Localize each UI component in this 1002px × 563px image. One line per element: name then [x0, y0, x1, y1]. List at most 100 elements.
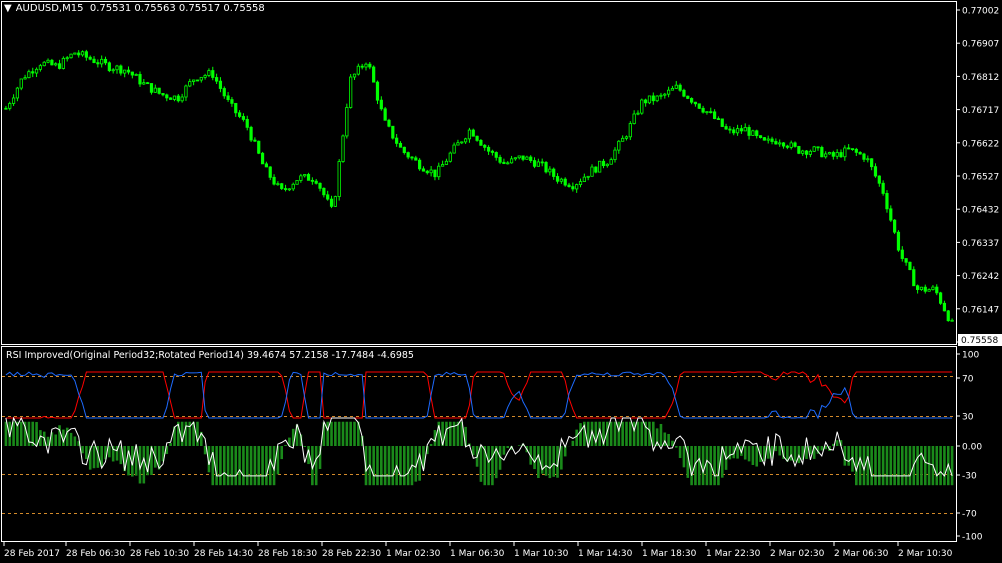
- candle-body: [103, 58, 108, 64]
- histogram-bar: [885, 446, 889, 486]
- candle-body: [414, 157, 418, 161]
- candle-body: [567, 184, 571, 188]
- histogram-bar: [4, 421, 8, 446]
- candle-body: [276, 183, 280, 186]
- candle-body: [816, 146, 820, 149]
- candle-body: [877, 175, 881, 184]
- candle-body: [345, 107, 349, 137]
- histogram-bar: [950, 446, 954, 486]
- candle-body: [793, 142, 797, 147]
- candle-body: [885, 193, 889, 210]
- candle-body: [195, 79, 200, 82]
- histogram-bar: [736, 446, 739, 459]
- histogram-bar: [215, 446, 218, 486]
- candle-body: [712, 111, 717, 119]
- histogram-bar: [755, 446, 759, 467]
- candle-body: [375, 81, 380, 101]
- candle-body: [107, 62, 111, 72]
- time-axis-label: 28 Feb 14:30: [194, 549, 253, 559]
- candle-body: [115, 65, 119, 71]
- candle-body: [617, 140, 621, 151]
- candle-body: [364, 63, 368, 68]
- candle-body: [475, 135, 479, 141]
- candle-body: [123, 69, 127, 74]
- candle-body: [927, 289, 931, 292]
- candle-body: [463, 138, 468, 143]
- candle-body: [291, 183, 295, 190]
- candle-body: [23, 77, 27, 80]
- histogram-bar: [682, 446, 686, 468]
- candle-body: [690, 98, 694, 103]
- price-axis-label: 0.76432: [962, 206, 999, 216]
- candle-body: [215, 77, 219, 82]
- candle-body: [100, 58, 104, 65]
- time-axis-label: 1 Mar 14:30: [578, 549, 633, 559]
- candle-body: [590, 166, 594, 177]
- candle-body: [709, 111, 713, 114]
- histogram-bar: [265, 446, 268, 486]
- histogram-bar: [73, 436, 77, 446]
- time-axis-label: 28 Feb 22:30: [322, 549, 381, 559]
- histogram-bar: [747, 446, 751, 462]
- histogram-bar: [552, 446, 555, 477]
- histogram-bar: [878, 446, 881, 486]
- candle-body: [398, 142, 403, 148]
- candle-body: [234, 102, 238, 114]
- candle-body: [383, 108, 387, 121]
- candle-body: [705, 111, 709, 114]
- indicator-axis: 100 70 30 0.00 -30 -70 -100: [956, 351, 983, 543]
- candle-body: [467, 129, 472, 140]
- candle-body: [111, 69, 115, 72]
- histogram-bar: [728, 446, 732, 460]
- histogram-bar: [847, 446, 850, 466]
- candle-body: [582, 176, 586, 182]
- candle-body: [84, 51, 88, 58]
- candle-body: [670, 87, 675, 91]
- histogram-bar: [222, 446, 226, 486]
- candle-body: [218, 80, 223, 89]
- histogram-bar: [621, 421, 624, 446]
- histogram-bar: [560, 446, 563, 470]
- candle-body: [479, 139, 483, 146]
- histogram-bar: [820, 446, 824, 451]
- candle-body: [931, 286, 935, 290]
- histogram-bar: [571, 440, 575, 446]
- candle-body: [356, 65, 360, 75]
- histogram-bar: [380, 446, 383, 486]
- histogram-bar: [640, 421, 644, 446]
- candle-body: [19, 78, 23, 89]
- histogram-bar: [337, 421, 341, 446]
- histogram-bar: [184, 421, 188, 446]
- candle-body: [130, 71, 134, 76]
- candle-body: [858, 151, 862, 155]
- candle-body: [659, 94, 663, 97]
- candle-body: [509, 158, 514, 164]
- histogram-bar: [705, 446, 709, 486]
- candle-body: [15, 87, 20, 99]
- candle-body: [548, 168, 552, 173]
- histogram-bar: [341, 421, 345, 446]
- histogram-bar: [502, 446, 506, 455]
- candle-body: [724, 126, 728, 130]
- candle-body: [571, 186, 575, 190]
- candle-body: [92, 58, 96, 64]
- candle-body: [678, 84, 682, 91]
- candle-body: [142, 82, 146, 85]
- histogram-bar: [35, 422, 38, 446]
- candle-body: [839, 152, 843, 158]
- candle-body: [4, 107, 8, 110]
- candle-body: [119, 65, 123, 74]
- histogram-bar: [659, 423, 663, 446]
- chart-canvas[interactable]: 0.77002 0.76907 0.76812 0.76717 0.76622 0.765…: [0, 0, 1002, 563]
- candle-body: [230, 99, 234, 104]
- candle-body: [471, 129, 475, 137]
- histogram-bar: [881, 446, 885, 486]
- price-axis-label: 0.76812: [962, 73, 999, 83]
- histogram-bar: [697, 446, 701, 486]
- histogram-bar: [805, 446, 808, 459]
- candle-body: [824, 153, 828, 158]
- candle-body: [889, 208, 893, 221]
- indicator-axis-label: -30: [962, 472, 977, 482]
- price-axis-label: 0.76337: [962, 239, 999, 249]
- candle-body: [260, 152, 265, 165]
